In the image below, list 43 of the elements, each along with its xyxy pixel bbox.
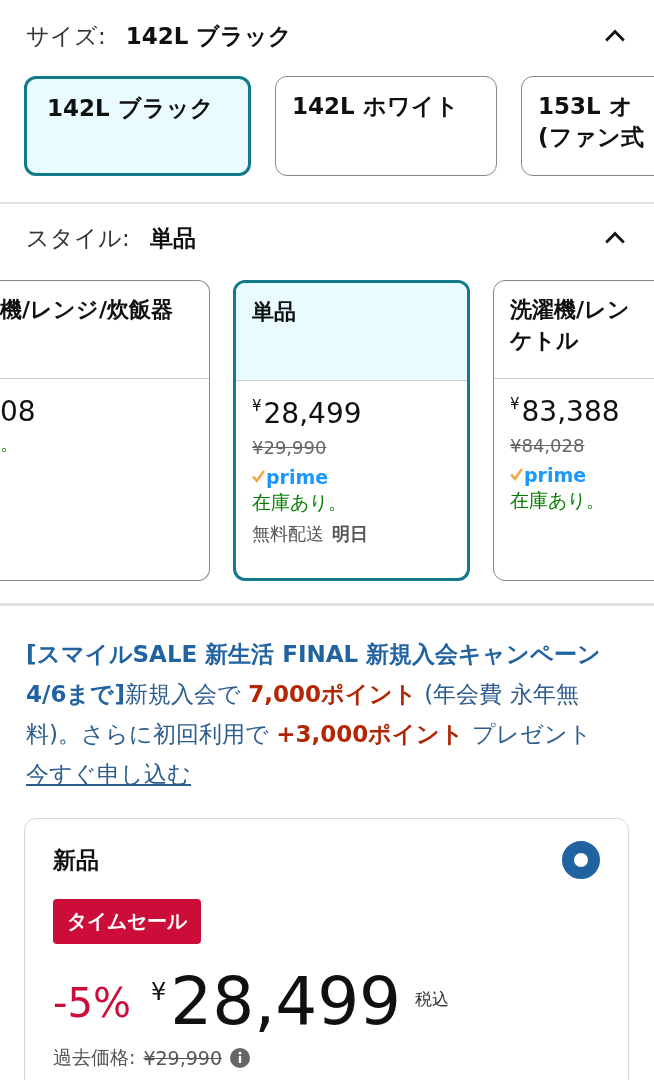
list-price: ¥29,990 [252,436,327,458]
prime-logo: prime [266,465,329,488]
size-option[interactable]: 153L オ (ファン式 [521,76,654,176]
tax-note: 税込 [415,988,450,1011]
option-price: $^{¥}$83,388 [510,395,620,429]
check-icon [252,470,265,484]
check-icon [510,468,523,482]
option-title: ケトル [510,326,580,355]
sale-badge: タイムセール [53,899,201,944]
option-title: 洗濯機/レン [510,296,632,324]
past-price-label: 過去価格: [53,1045,136,1071]
stock-status: 。 [0,430,19,456]
chevron-icon[interactable] [604,29,626,43]
option-price: 08 [0,395,36,429]
currency-symbol: ¥ [150,978,167,1006]
list-price: ¥84,028 [510,434,585,456]
style-option-card[interactable]: 機/レンジ/炊飯器 08 。 [0,280,210,581]
stock-status: 在庫あり。 [510,487,605,513]
delivery-day: 明日 [332,521,368,546]
style-option-card[interactable]: 単品 $^{¥}$28,499 ¥29,990 prime 在庫あり。 無料配送 明日 [233,280,470,581]
prime-logo: prime [524,463,587,486]
stock-status: 在庫あり。 [252,489,347,515]
chevron-icon[interactable] [604,231,626,245]
radio-button[interactable] [562,841,600,879]
size-value: 142L ブラック [125,21,293,51]
apply-link[interactable]: 今すぐ申し込む [26,761,191,787]
size-label: サイズ: [26,21,106,51]
option-title: 機/レンジ/炊飯器 [0,296,175,324]
option-price: $^{¥}$28,499 [252,397,362,431]
delivery-text: 無料配送 [252,521,324,546]
promo-text: [スマイルSALE 新生活 FINAL 新規入会キャンペーン 4/6まで]新規入会で 7,000ポイント (年会費 永年無料)。さらに初回利用で +3,000ポイント プレゼント 今すぐ申し込む [26,640,603,789]
offer-card[interactable]: 新品 タイムセール -5% ¥28,499 税込 過去価格: ¥29,990 [24,818,629,1080]
discount-percent: -5% [53,980,131,1026]
style-option-card[interactable]: 洗濯機/レン ケトル $^{¥}$83,388 ¥84,028 prime 在庫あり。 [493,280,654,581]
info-icon[interactable] [230,1048,250,1069]
size-option[interactable]: 142L ブラック [24,76,251,176]
style-value: 単品 [149,223,196,253]
past-price: ¥29,990 [143,1047,222,1070]
size-option[interactable]: 142L ホワイト [275,76,497,176]
offer-price: 28,499 [170,962,402,1042]
offer-title: 新品 [53,845,99,875]
style-label: スタイル: [26,223,130,253]
option-title: 単品 [252,298,297,326]
